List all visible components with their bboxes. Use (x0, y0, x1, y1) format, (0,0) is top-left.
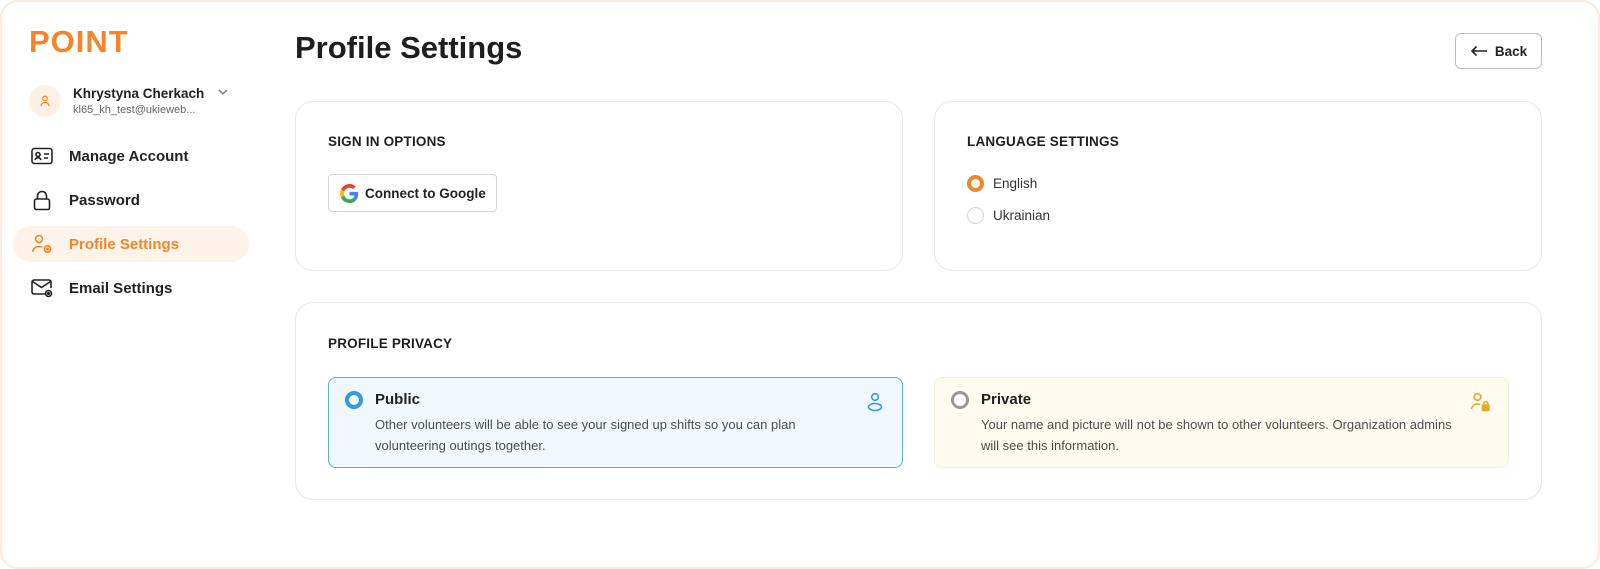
back-label: Back (1494, 43, 1528, 59)
connect-google-label: Connect to Google (365, 185, 486, 201)
arrow-left-icon (1470, 45, 1487, 57)
chevron-down-icon[interactable] (217, 86, 229, 98)
id-card-icon (30, 144, 54, 168)
radio-unselected[interactable] (951, 391, 969, 409)
profile-privacy-card: PROFILE PRIVACY Public Other volunteers … (295, 302, 1542, 500)
sidebar-item-label: Email Settings (69, 279, 173, 297)
radio-unselected[interactable] (967, 207, 984, 224)
sidebar-item-password[interactable]: Password (13, 182, 249, 218)
page-title: Profile Settings (295, 30, 523, 65)
sidebar-item-label: Profile Settings (69, 235, 180, 253)
section-title: LANGUAGE SETTINGS (967, 134, 1119, 149)
language-settings-card: LANGUAGE SETTINGS English Ukrainian (934, 101, 1542, 271)
google-icon (340, 183, 359, 203)
section-title: SIGN IN OPTIONS (328, 134, 446, 149)
option-title: Public (375, 391, 421, 408)
option-description: Your name and picture will not be shown … (981, 417, 1452, 453)
user-lock-icon (1470, 392, 1490, 412)
radio-label: Ukrainian (993, 208, 1051, 223)
sidebar-item-manage-account[interactable]: Manage Account (13, 138, 249, 174)
option-description: Other volunteers will be able to see you… (375, 417, 796, 453)
sign-in-options-card: SIGN IN OPTIONS Connect to Google (295, 101, 903, 271)
privacy-option-public[interactable]: Public Other volunteers will be able to … (328, 377, 903, 468)
sidebar-item-profile-settings[interactable]: Profile Settings (13, 226, 249, 262)
app-window: POINT Khrystyna Cherkach kl65_kh_test@uk… (0, 0, 1600, 569)
user-icon (40, 95, 50, 107)
sidebar-item-label: Manage Account (69, 147, 189, 165)
sidebar-item-email-settings[interactable]: Email Settings (13, 270, 249, 306)
language-option-english[interactable]: English (967, 175, 1037, 192)
lock-icon (30, 188, 54, 212)
sidebar-nav: Manage Account Password Profile Settings… (13, 138, 249, 314)
privacy-option-private[interactable]: Private Your name and picture will not b… (934, 377, 1509, 468)
avatar (29, 85, 61, 117)
connect-google-button[interactable]: Connect to Google (328, 174, 497, 212)
option-title: Private (981, 391, 1032, 408)
back-button[interactable]: Back (1455, 33, 1542, 69)
sidebar-item-label: Password (69, 191, 140, 209)
radio-selected[interactable] (345, 391, 363, 409)
mail-settings-icon (30, 276, 54, 300)
user-settings-icon (30, 232, 54, 256)
user-menu[interactable]: Khrystyna Cherkach kl65_kh_test@ukieweb.… (29, 84, 247, 118)
brand-logo[interactable]: POINT (29, 24, 129, 60)
radio-selected[interactable] (967, 175, 984, 192)
user-icon (867, 392, 883, 412)
radio-label: English (993, 176, 1038, 191)
user-email: kl65_kh_test@ukieweb... (73, 104, 196, 116)
language-option-ukrainian[interactable]: Ukrainian (967, 207, 1050, 224)
section-title: PROFILE PRIVACY (328, 336, 453, 351)
